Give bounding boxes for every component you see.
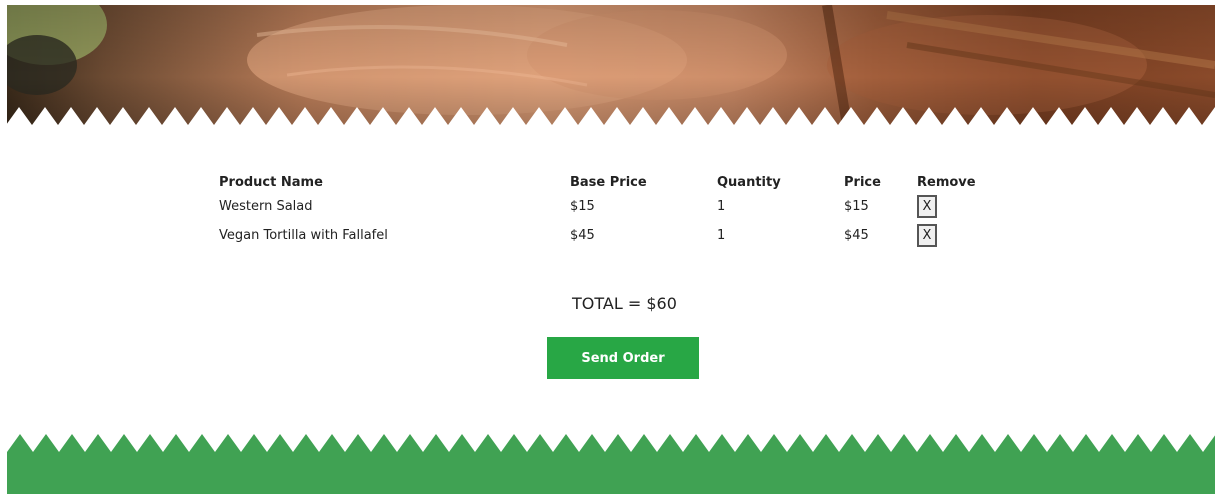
header-remove: Remove xyxy=(917,174,976,190)
quantity: 1 xyxy=(717,199,726,214)
send-order-button[interactable]: Send Order xyxy=(547,337,699,379)
footer-zigzag xyxy=(7,434,1215,494)
remove-cell: X xyxy=(917,192,987,221)
hero-banner xyxy=(7,5,1215,125)
footer-band xyxy=(7,434,1215,494)
hero-food-image xyxy=(7,5,1215,125)
product-name: Western Salad xyxy=(219,199,313,214)
base-price: $15 xyxy=(570,199,595,214)
price: $15 xyxy=(844,199,869,214)
header-base-price: Base Price xyxy=(570,174,647,190)
price: $45 xyxy=(844,228,869,243)
header-product-name: Product Name xyxy=(219,174,323,190)
order-total: TOTAL = $60 xyxy=(572,294,677,313)
remove-cell: X xyxy=(917,221,987,250)
remove-button[interactable]: X xyxy=(917,224,937,247)
table-row: Western Salad $15 1 $15 X xyxy=(219,192,987,221)
quantity: 1 xyxy=(717,228,726,243)
header-price: Price xyxy=(844,174,881,190)
cart-table-header: Product Name Base Price Quantity Price R… xyxy=(219,172,987,192)
header-quantity: Quantity xyxy=(717,174,781,190)
cart-table: Product Name Base Price Quantity Price R… xyxy=(219,172,987,250)
product-name: Vegan Tortilla with Fallafel xyxy=(219,228,388,243)
table-row: Vegan Tortilla with Fallafel $45 1 $45 X xyxy=(219,221,987,250)
base-price: $45 xyxy=(570,228,595,243)
remove-button[interactable]: X xyxy=(917,195,937,218)
